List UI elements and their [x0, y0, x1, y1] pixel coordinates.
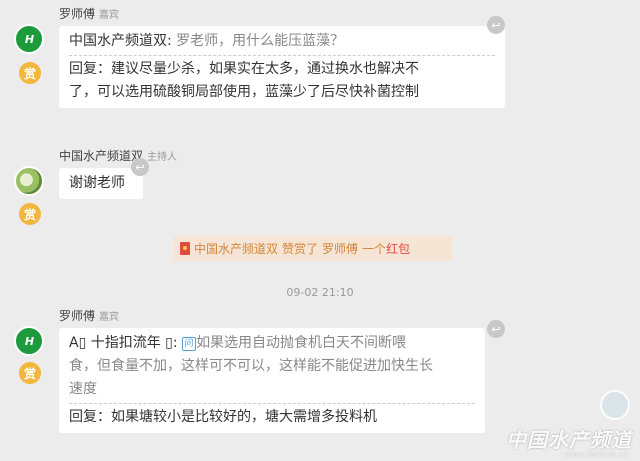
question-icon: 问 [182, 337, 197, 351]
recall-icon[interactable]: ↩ [487, 320, 505, 338]
sender-name: 罗师傅 嘉宾 [59, 309, 120, 323]
sender-role: 嘉宾 [99, 312, 120, 323]
sender-name: 罗师傅 嘉宾 [59, 7, 120, 21]
quoted-question: A▯ 十指扣流年 ▯: 问如果选用自动抛食机白天不间断喂 食，但食量不加，这样可… [69, 335, 433, 397]
watermark-text: 中国水产频道 [506, 428, 632, 452]
banner-from: 中国水产频道双 [194, 242, 279, 256]
reply-text: 回复：建议尽量少杀，如果实在太多，通过换水也解决不 了，可以选用硫酸铜局部使用，… [69, 55, 495, 104]
reward-banner[interactable]: 中国水产频道双 赞赏了 罗师傅 一个 红包 [173, 236, 452, 261]
reply-text: 回复：如果塘较小是比较好的，塘大需增多投料机 [69, 403, 475, 429]
reward-badge[interactable]: 赏 [19, 203, 41, 225]
watermark-logo-icon [600, 390, 630, 420]
watermark: 中国水产频道 www.fishfirst.cn [506, 390, 632, 459]
reward-badge[interactable]: 赏 [19, 62, 41, 84]
avatar[interactable]: H [14, 24, 44, 54]
reward-badge[interactable]: 赏 [19, 362, 41, 384]
sender-name: 中国水产频道双 主持人 [59, 149, 178, 163]
message-bubble[interactable]: 谢谢老师 [59, 168, 143, 199]
sender-role: 主持人 [147, 152, 178, 163]
banner-to: 罗师傅 [322, 242, 359, 256]
quoted-question: 中国水产频道双: 罗老师，用什么能压蓝藻？ [69, 33, 345, 49]
banner-item: 红包 [386, 242, 411, 256]
recall-icon[interactable]: ↩ [487, 16, 505, 34]
banner-count: 一个 [362, 242, 387, 256]
timestamp: 09-02 21:10 [286, 286, 354, 299]
sender-role: 嘉宾 [99, 10, 120, 21]
banner-verb: 赞赏了 [282, 242, 319, 256]
avatar[interactable]: H [14, 326, 44, 356]
message-bubble[interactable]: 中国水产频道双: 罗老师，用什么能压蓝藻？ 回复：建议尽量少杀，如果实在太多，通… [59, 26, 505, 108]
message-text: 谢谢老师 [69, 175, 125, 191]
recall-icon[interactable]: ↩ [131, 158, 149, 176]
red-packet-icon [180, 242, 190, 255]
watermark-url: www.fishfirst.cn [564, 450, 628, 459]
message-bubble[interactable]: A▯ 十指扣流年 ▯: 问如果选用自动抛食机白天不间断喂 食，但食量不加，这样可… [59, 328, 485, 433]
avatar[interactable] [14, 166, 44, 196]
